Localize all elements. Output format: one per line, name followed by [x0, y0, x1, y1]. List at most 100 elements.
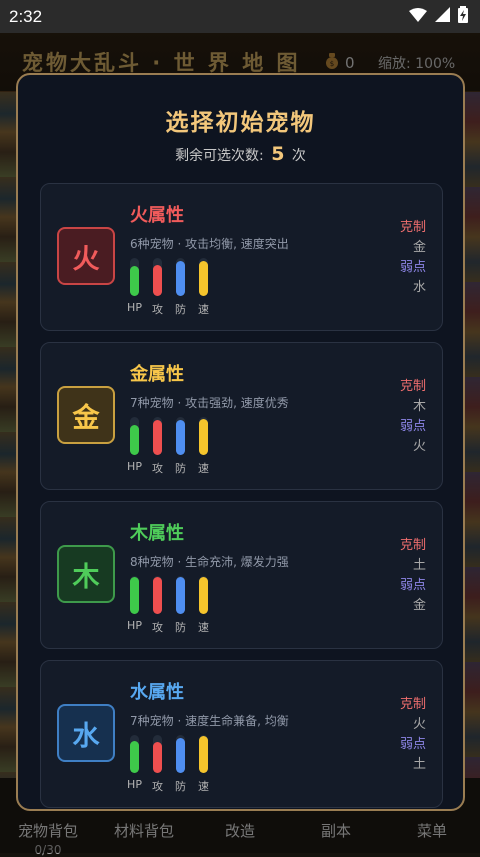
- weakness-element: 土: [412, 757, 426, 772]
- stat-hp: HP: [127, 258, 142, 317]
- remaining-count: 5: [271, 143, 285, 165]
- stat-fill: [199, 577, 208, 614]
- weakness-element: 金: [412, 598, 426, 613]
- counter-label: 克制: [399, 220, 426, 235]
- weakness-label: 弱点: [399, 737, 426, 752]
- counter-label: 克制: [399, 697, 426, 712]
- stat-fill: [130, 425, 139, 455]
- remaining-picks: 剩余可选次数: 5 次: [18, 143, 463, 165]
- weakness-element: 火: [412, 439, 426, 454]
- counter-element: 木: [412, 399, 426, 414]
- stat-track: [153, 417, 162, 455]
- stat-fill: [153, 264, 162, 296]
- element-relations: 克制木弱点火: [400, 377, 426, 457]
- stat-fill: [130, 266, 139, 296]
- stat-def: 防: [175, 576, 186, 635]
- stat-label: 速: [198, 621, 209, 634]
- element-name: 木属性: [130, 523, 184, 544]
- element-card[interactable]: 木木属性 8种宠物 · 生命充沛, 爆发力强 HP 攻防速 克制土弱点金: [40, 501, 443, 649]
- stat-fill: [176, 738, 185, 773]
- stat-fill: [130, 740, 139, 773]
- stat-track: [130, 576, 139, 614]
- stat-track: [153, 258, 162, 296]
- stat-hp: HP: [127, 576, 142, 635]
- element-relations: 克制土弱点金: [400, 536, 426, 616]
- stat-label: 速: [198, 780, 209, 793]
- element-card[interactable]: 火火属性 6种宠物 · 攻击均衡, 速度突出 HP 攻防速 克制金弱点水: [40, 183, 443, 331]
- stat-fill: [153, 741, 162, 773]
- weakness-label: 弱点: [399, 578, 426, 593]
- stat-atk: 攻: [152, 576, 163, 635]
- stat-track: [199, 417, 208, 455]
- stat-track: [130, 258, 139, 296]
- stat-fill: [199, 261, 208, 296]
- choose-starter-pet-dialog: 选择初始宠物 剩余可选次数: 5 次 火火属性 6种宠物 · 攻击均衡, 速度突出…: [16, 73, 465, 811]
- stat-atk: 攻: [152, 258, 163, 317]
- cell-signal-icon: [435, 7, 450, 26]
- remaining-suffix: 次: [291, 148, 306, 164]
- stat-fill: [153, 577, 162, 614]
- stat-track: [199, 258, 208, 296]
- stat-label: 防: [175, 621, 186, 634]
- dialog-title: 选择初始宠物: [165, 110, 316, 136]
- stat-bars: HP 攻防速: [127, 735, 209, 794]
- element-name: 水属性: [130, 682, 184, 703]
- stat-fill: [176, 261, 185, 296]
- stat-label: HP: [127, 778, 142, 791]
- element-description: 7种宠物 · 攻击强劲, 速度优秀: [130, 396, 289, 410]
- stat-label: 速: [198, 303, 209, 316]
- stat-label: 防: [175, 462, 186, 475]
- status-time: 2:32: [9, 6, 43, 26]
- stat-fill: [176, 577, 185, 614]
- counter-label: 克制: [399, 379, 426, 394]
- element-relations: 克制金弱点水: [400, 218, 426, 298]
- status-icons: [409, 6, 468, 27]
- stat-label: 攻: [152, 303, 163, 316]
- stat-spd: 速: [198, 735, 209, 794]
- stat-track: [176, 735, 185, 773]
- element-name: 火属性: [130, 205, 184, 226]
- counter-element: 火: [412, 717, 426, 732]
- element-name: 金属性: [130, 364, 184, 385]
- stat-def: 防: [175, 735, 186, 794]
- stat-track: [199, 576, 208, 614]
- counter-element: 土: [412, 558, 426, 573]
- counter-element: 金: [412, 240, 426, 255]
- element-glyph-badge: 火: [57, 227, 115, 285]
- stat-label: 速: [198, 462, 209, 475]
- battery-charging-icon: [458, 6, 468, 27]
- stat-def: 防: [175, 417, 186, 476]
- stat-label: HP: [127, 301, 142, 314]
- stat-hp: HP: [127, 735, 142, 794]
- stat-label: HP: [127, 619, 142, 632]
- stat-hp: HP: [127, 417, 142, 476]
- weakness-label: 弱点: [399, 419, 426, 434]
- stat-bars: HP 攻防速: [127, 417, 209, 476]
- stat-fill: [199, 418, 208, 455]
- stat-track: [130, 417, 139, 455]
- weakness-label: 弱点: [399, 260, 426, 275]
- stat-bars: HP 攻防速: [127, 576, 209, 635]
- stat-bars: HP 攻防速: [127, 258, 209, 317]
- stat-track: [199, 735, 208, 773]
- element-card[interactable]: 水水属性 7种宠物 · 速度生命兼备, 均衡 HP 攻防速 克制火弱点土: [40, 660, 443, 808]
- stat-track: [176, 576, 185, 614]
- element-glyph-badge: 木: [57, 545, 115, 603]
- stat-def: 防: [175, 258, 186, 317]
- stat-fill: [130, 577, 139, 614]
- stat-spd: 速: [198, 576, 209, 635]
- stat-track: [153, 735, 162, 773]
- weakness-element: 水: [412, 280, 426, 295]
- stat-label: 攻: [152, 621, 163, 634]
- element-card[interactable]: 金金属性 7种宠物 · 攻击强劲, 速度优秀 HP 攻防速 克制木弱点火: [40, 342, 443, 490]
- remaining-prefix: 剩余可选次数:: [175, 148, 264, 164]
- stat-fill: [153, 420, 162, 455]
- stat-label: 防: [175, 303, 186, 316]
- element-relations: 克制火弱点土: [400, 695, 426, 775]
- stat-label: HP: [127, 460, 142, 473]
- stat-label: 防: [175, 780, 186, 793]
- element-description: 7种宠物 · 速度生命兼备, 均衡: [130, 714, 289, 728]
- stat-label: 攻: [152, 462, 163, 475]
- stat-label: 攻: [152, 780, 163, 793]
- stat-spd: 速: [198, 417, 209, 476]
